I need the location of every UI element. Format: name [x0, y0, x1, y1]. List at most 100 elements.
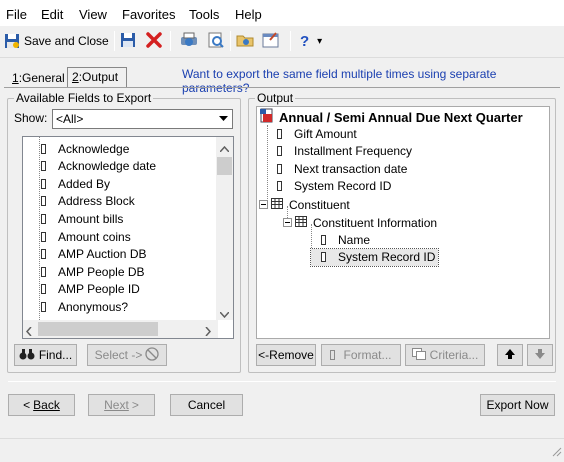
cancel-label: Cancel — [187, 398, 226, 412]
properties-icon — [262, 31, 280, 52]
folder-icon — [236, 31, 254, 52]
find-label: Find... — [38, 348, 73, 362]
toolbar-separator — [114, 31, 115, 51]
available-field-label: Address Block — [58, 194, 135, 209]
constituent-info-field-item[interactable]: System Record ID — [309, 247, 440, 267]
available-field-label: AMP People ID — [58, 282, 140, 297]
save-and-close-button[interactable]: Save and Close — [4, 29, 109, 53]
field-icon — [41, 266, 46, 277]
available-field-item[interactable]: AMP People ID — [33, 281, 140, 298]
menu-view[interactable]: View — [79, 7, 107, 22]
output-field-item[interactable]: Next transaction date — [267, 160, 407, 177]
remove-button[interactable]: <-Remove — [256, 344, 316, 366]
print-preview-button[interactable] — [207, 29, 225, 53]
available-field-item[interactable]: Amount coins — [33, 228, 131, 245]
field-icon — [41, 213, 46, 224]
available-field-item[interactable]: AMP People DB — [33, 263, 145, 280]
available-field-label: Amount coins — [58, 229, 131, 244]
arrow-up-icon — [505, 348, 515, 362]
move-up-button[interactable] — [497, 344, 523, 366]
tab-general[interactable]: 1:General — [8, 69, 69, 89]
print-button[interactable] — [179, 29, 199, 53]
menu-edit[interactable]: Edit — [41, 7, 63, 22]
available-field-item[interactable]: Amount bills — [33, 210, 123, 227]
available-fields-list[interactable]: Acknowledge Acknowledge date Added By Addre… — [22, 136, 234, 339]
save-and-close-label: Save and Close — [24, 34, 109, 48]
available-field-label: Amount bills — [58, 211, 124, 226]
output-field-item[interactable]: Installment Frequency — [267, 143, 412, 160]
help-button[interactable]: ? ▾ — [300, 29, 322, 53]
available-field-item[interactable]: Acknowledge date — [33, 158, 156, 175]
collapse-icon[interactable] — [283, 218, 292, 227]
chevron-right-icon: > — [131, 398, 139, 412]
field-icon — [321, 234, 326, 245]
available-field-label: Anonymous? — [58, 299, 129, 314]
available-horizontal-scrollbar[interactable] — [23, 320, 218, 338]
field-icon — [41, 178, 46, 189]
collapse-icon[interactable] — [259, 200, 268, 209]
output-root-label: Annual / Semi Annual Due Next Quarter — [279, 110, 523, 125]
separate-parameters-link[interactable]: Want to export the same field multiple t… — [182, 67, 564, 95]
save-button[interactable] — [120, 29, 136, 53]
available-field-label: Acknowledge date — [58, 159, 157, 174]
scroll-left-icon[interactable] — [25, 325, 32, 339]
output-tree[interactable]: Annual / Semi Annual Due Next Quarter Gi… — [256, 106, 550, 339]
available-field-label: AMP People DB — [58, 264, 145, 279]
constituent-node[interactable]: Constituent — [259, 196, 350, 213]
field-icon — [321, 252, 326, 263]
folder-button[interactable] — [236, 29, 254, 53]
show-filter-dropdown[interactable]: <All> — [52, 109, 233, 129]
field-icon — [277, 181, 282, 192]
select-button[interactable]: Select -> — [87, 344, 167, 366]
output-root-node[interactable]: Annual / Semi Annual Due Next Quarter — [259, 108, 523, 126]
find-button[interactable]: Find... — [14, 344, 77, 366]
table-icon — [295, 215, 307, 230]
menu-help[interactable]: Help — [235, 7, 262, 22]
back-button[interactable]: < Back — [8, 394, 75, 416]
constituent-information-node[interactable]: Constituent Information — [283, 214, 437, 231]
output-field-label: System Record ID — [294, 179, 392, 194]
available-field-label: Added By — [58, 176, 111, 191]
cancel-button[interactable]: Cancel — [170, 394, 243, 416]
delete-button[interactable] — [145, 29, 163, 53]
output-field-item[interactable]: System Record ID — [267, 178, 391, 195]
scroll-up-icon[interactable] — [219, 141, 230, 155]
export-now-button[interactable]: Export Now — [480, 394, 555, 416]
format-button[interactable]: Format... — [321, 344, 401, 366]
available-field-item[interactable]: Address Block — [33, 193, 135, 210]
constituent-info-field-item[interactable]: Name — [311, 231, 370, 248]
properties-button[interactable] — [262, 29, 280, 53]
tab-output[interactable]: 2:Output — [67, 67, 127, 87]
available-fields-label: Available Fields to Export — [14, 91, 154, 105]
scroll-right-icon[interactable] — [205, 325, 212, 339]
menu-tools[interactable]: Tools — [189, 7, 219, 22]
preview-icon — [207, 31, 225, 52]
scroll-thumb[interactable] — [217, 157, 232, 175]
available-field-item[interactable]: Anonymous? — [33, 298, 128, 315]
available-field-label: Acknowledge — [58, 141, 130, 156]
delete-x-icon — [145, 31, 163, 52]
menu-file[interactable]: File — [6, 7, 27, 22]
scroll-down-icon[interactable] — [219, 307, 230, 321]
available-field-item[interactable]: Added By — [33, 175, 110, 192]
available-field-label: AMP Auction DB — [58, 247, 147, 262]
table-icon — [271, 197, 283, 212]
move-down-button[interactable] — [527, 344, 553, 366]
menu-favorites[interactable]: Favorites — [122, 7, 175, 22]
resize-grip-icon[interactable] — [550, 445, 562, 460]
field-icon — [41, 301, 46, 312]
available-field-item[interactable]: Acknowledge — [33, 140, 129, 157]
criteria-button[interactable]: Criteria... — [405, 344, 485, 366]
available-field-item[interactable]: AMP Auction DB — [33, 246, 147, 263]
output-field-item[interactable]: Gift Amount — [267, 125, 357, 142]
next-button[interactable]: Next > — [88, 394, 155, 416]
scroll-thumb[interactable] — [38, 322, 158, 336]
field-icon — [330, 350, 336, 360]
field-icon — [41, 249, 46, 260]
available-vertical-scrollbar[interactable] — [216, 137, 233, 320]
help-dropdown-icon[interactable]: ▾ — [317, 36, 322, 47]
criteria-label: Criteria... — [429, 348, 479, 362]
save-close-icon — [4, 33, 20, 49]
field-icon — [41, 231, 46, 242]
output-field-label: Installment Frequency — [294, 144, 413, 159]
